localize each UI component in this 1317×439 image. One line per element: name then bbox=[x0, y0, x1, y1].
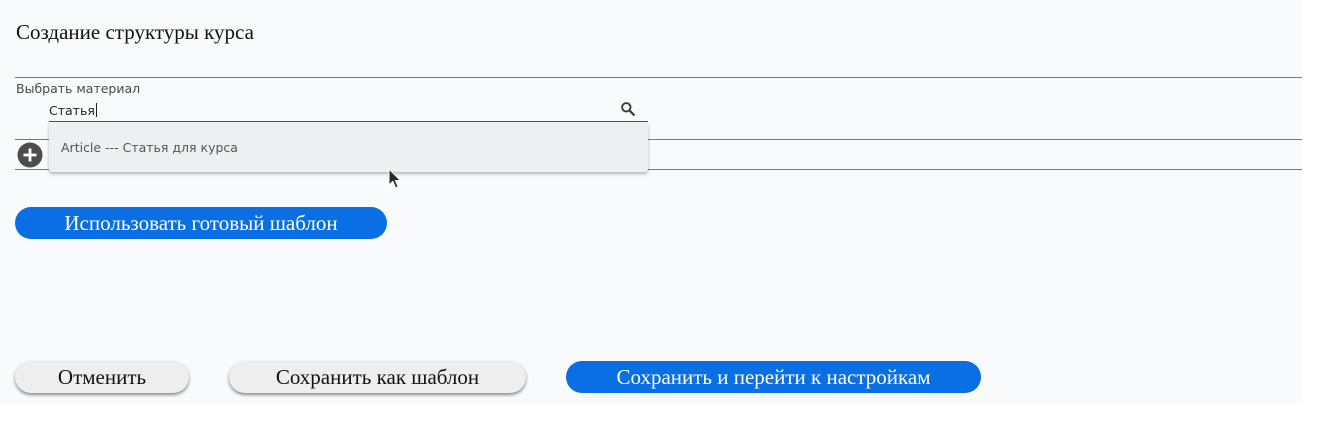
dropdown-option[interactable]: Article --- Статья для курса bbox=[49, 123, 648, 172]
dropdown-option-label: Article --- Статья для курса bbox=[61, 140, 238, 155]
material-search-field[interactable]: Статья bbox=[49, 98, 648, 122]
save-as-template-button[interactable]: Сохранить как шаблон bbox=[229, 361, 526, 393]
course-structure-panel: Создание структуры курса Выбрать материа… bbox=[0, 0, 1302, 404]
page-title: Создание структуры курса bbox=[16, 20, 254, 44]
material-dropdown: Article --- Статья для курса bbox=[49, 123, 648, 172]
use-template-button[interactable]: Использовать готовый шаблон bbox=[15, 207, 387, 239]
mouse-pointer-icon bbox=[388, 168, 402, 189]
divider bbox=[15, 77, 1302, 78]
plus-circle-icon[interactable] bbox=[17, 142, 43, 168]
text-caret bbox=[95, 103, 97, 117]
material-field-label: Выбрать материал bbox=[16, 81, 141, 96]
material-search-input[interactable]: Статья bbox=[49, 103, 97, 118]
save-and-continue-button[interactable]: Сохранить и перейти к настройкам bbox=[566, 361, 981, 393]
cancel-button[interactable]: Отменить bbox=[15, 361, 189, 393]
search-icon[interactable] bbox=[620, 101, 636, 117]
